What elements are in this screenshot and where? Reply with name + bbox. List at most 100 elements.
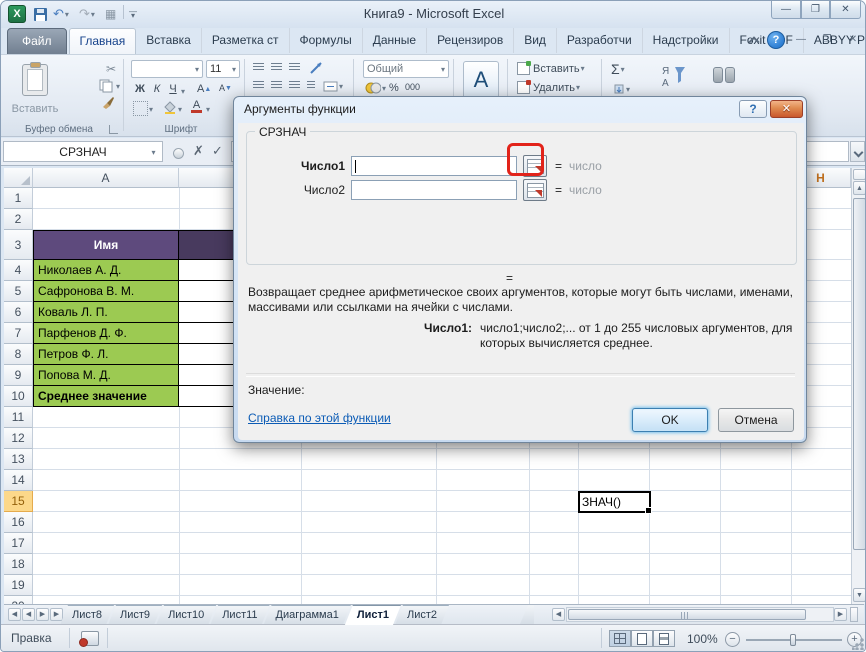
insert-cells-button[interactable]: Вставить▾ [517, 62, 585, 75]
font-color-button[interactable]: А [191, 100, 202, 113]
shrink-font-button[interactable]: А▼ [219, 83, 232, 93]
workbook-restore-button[interactable]: ❐ [817, 33, 837, 48]
restore-button[interactable]: ❐ [801, 1, 830, 19]
sheet-tab-Лист1[interactable]: Лист1 [345, 605, 401, 625]
argument-input-2[interactable] [351, 180, 517, 200]
row-header-12[interactable]: 12 [4, 428, 33, 449]
cancel-entry-icon[interactable]: ✗ [193, 143, 204, 159]
align-center-icon[interactable] [271, 81, 282, 89]
table-header-cell[interactable]: Имя [33, 230, 179, 260]
underline-dropdown[interactable] [181, 87, 185, 96]
expand-formula-bar-icon[interactable] [850, 141, 865, 162]
row-header-20[interactable]: 20 [4, 596, 33, 604]
zoom-slider-thumb[interactable] [790, 634, 796, 646]
cancel-button[interactable]: Отмена [718, 408, 794, 432]
row-header-7[interactable]: 7 [4, 323, 33, 344]
comma-style-button[interactable]: 000 [405, 82, 420, 92]
next-sheet-icon[interactable]: ▶ [36, 608, 49, 621]
column-header-a[interactable]: A [33, 168, 179, 188]
align-left-icon[interactable] [253, 81, 264, 89]
grow-font-button[interactable]: А▲ [197, 83, 211, 95]
ribbon-tab-9[interactable]: Надстройки [643, 28, 730, 53]
name-box[interactable]: СРЗНАЧ [3, 141, 163, 162]
currency-icon[interactable]: ▾ [365, 82, 386, 94]
sheet-tab-Лист9[interactable]: Лист9 [108, 605, 162, 625]
find-select-icon[interactable] [713, 67, 735, 81]
delete-cells-button[interactable]: Удалить▾ [517, 81, 580, 94]
font-name-combo[interactable] [131, 60, 203, 78]
align-right-icon[interactable] [289, 81, 300, 89]
borders-button[interactable] [133, 101, 148, 116]
font-color-dropdown[interactable] [206, 105, 210, 114]
sheet-tab-Диаграмма1[interactable]: Диаграмма1 [264, 605, 351, 625]
row-header-15[interactable]: 15 [4, 491, 33, 512]
prev-sheet-icon[interactable]: ◀ [22, 608, 35, 621]
row-header-16[interactable]: 16 [4, 512, 33, 533]
row-header-14[interactable]: 14 [4, 470, 33, 491]
table-footer-cell[interactable]: Среднее значение [33, 386, 179, 407]
horizontal-scrollbar[interactable] [566, 607, 834, 622]
page-layout-view-button[interactable] [631, 630, 653, 647]
table-row-name[interactable]: Коваль Л. П. [33, 302, 179, 323]
minimize-button[interactable]: — [771, 1, 801, 19]
tab-split-handle[interactable] [850, 607, 858, 622]
italic-button[interactable]: К [151, 83, 163, 95]
row-header-6[interactable]: 6 [4, 302, 33, 323]
row-header-1[interactable]: 1 [4, 188, 33, 209]
ribbon-tab-7[interactable]: Вид [514, 28, 557, 53]
autosum-button[interactable]: Σ▾ [611, 61, 625, 77]
workbook-close-button[interactable]: ✕ [843, 33, 863, 48]
function-help-link[interactable]: Справка по этой функции [248, 411, 391, 425]
insert-sheet-tab[interactable] [520, 605, 534, 624]
active-cell[interactable]: ЗНАЧ() [578, 491, 651, 513]
orientation-icon[interactable] [309, 61, 325, 75]
align-middle-icon[interactable] [271, 63, 282, 71]
split-handle[interactable] [853, 169, 866, 180]
name-box-dropdown[interactable] [147, 142, 160, 160]
sheet-tab-Лист2[interactable]: Лист2 [395, 605, 449, 625]
styles-button[interactable]: А [463, 61, 499, 99]
number-format-combo[interactable]: Общий [363, 60, 449, 78]
cut-icon[interactable]: ✂ [101, 61, 121, 77]
fill-button[interactable]: ▾ [613, 83, 630, 95]
fill-color-icon[interactable] [163, 101, 177, 114]
ribbon-tab-6[interactable]: Рецензиров [427, 28, 514, 53]
decrease-indent-icon[interactable] [307, 81, 315, 89]
row-header-9[interactable]: 9 [4, 365, 33, 386]
row-header-4[interactable]: 4 [4, 260, 33, 281]
row-header-2[interactable]: 2 [4, 209, 33, 230]
hscroll-right-icon[interactable]: ▶ [834, 608, 847, 621]
bold-button[interactable]: Ж [133, 83, 147, 95]
font-size-combo[interactable]: 11 [206, 60, 240, 78]
vertical-scrollbar[interactable]: ▲ ▼ [851, 168, 866, 604]
ribbon-tab-file[interactable]: Файл [7, 28, 67, 55]
row-header-19[interactable]: 19 [4, 575, 33, 596]
sort-filter-button[interactable]: ЯA [661, 63, 687, 89]
merge-center-icon[interactable]: ▾ [323, 81, 343, 92]
page-break-view-button[interactable] [653, 630, 675, 647]
row-header-8[interactable]: 8 [4, 344, 33, 365]
scroll-up-icon[interactable]: ▲ [853, 181, 866, 195]
table-row-name[interactable]: Николаев А. Д. [33, 260, 179, 281]
resize-grip[interactable] [852, 638, 864, 650]
percent-style-button[interactable]: % [389, 82, 399, 94]
fill-color-dropdown[interactable] [178, 105, 182, 114]
paste-button[interactable] [11, 59, 59, 101]
ribbon-tab-1[interactable]: Главная [69, 28, 137, 54]
range-selector-button-2[interactable] [523, 179, 547, 201]
confirm-entry-icon[interactable]: ✓ [212, 143, 223, 159]
argument-input-1[interactable] [351, 156, 517, 176]
clipboard-dialog-launcher[interactable] [109, 125, 118, 134]
macro-record-icon[interactable] [81, 631, 99, 646]
zoom-level[interactable]: 100% [687, 632, 718, 646]
horizontal-scroll-thumb[interactable] [568, 609, 806, 620]
sheet-tab-Лист10[interactable]: Лист10 [156, 605, 216, 625]
underline-button[interactable]: Ч [167, 83, 179, 95]
workbook-minimize-button[interactable]: — [791, 33, 811, 48]
first-sheet-icon[interactable]: ◀ [8, 608, 21, 621]
paste-label[interactable]: Вставить [7, 103, 63, 115]
ribbon-tab-3[interactable]: Разметка ст [202, 28, 290, 53]
vertical-scroll-thumb[interactable] [853, 198, 866, 550]
row-header-10[interactable]: 10 [4, 386, 33, 407]
row-header-13[interactable]: 13 [4, 449, 33, 470]
